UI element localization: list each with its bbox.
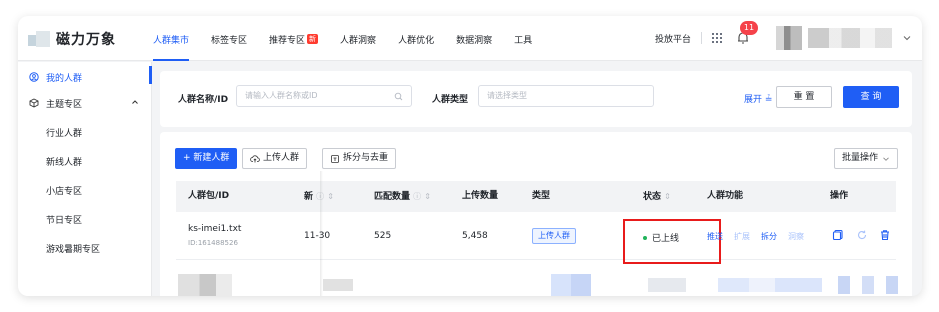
sidebar-item-label: 主题专区 <box>46 99 83 110</box>
upload-audience-button[interactable]: 上传人群 <box>242 148 308 169</box>
apps-grid-icon[interactable] <box>712 33 722 43</box>
app-window: 磁力万象 人群集市 标签专区 推荐专区新 人群洞察 人群优化 数据洞察 工具 投… <box>18 16 922 296</box>
uploaded-count: 5,458 <box>462 231 488 241</box>
sidebar-item-topic-zone[interactable]: 主题专区 <box>18 88 151 118</box>
nav-item-audience-market[interactable]: 人群集市 <box>153 30 190 61</box>
blurred-row-cell <box>648 278 686 292</box>
table-row: ks-imei1.txt ID:161488526 11-30 525 5,45… <box>176 212 896 264</box>
batch-actions-label: 批量操作 <box>841 153 878 163</box>
expand-label: 展开 <box>744 95 763 105</box>
info-icon: ⓘ <box>413 192 422 201</box>
cloud-upload-icon <box>250 154 260 162</box>
trash-icon[interactable] <box>879 229 891 241</box>
type-filter-label: 人群类型 <box>432 95 469 105</box>
column-header-audience-id: 人群包/ID <box>188 191 230 201</box>
name-filter-label: 人群名称/ID <box>178 95 229 105</box>
sidebar-subitem-shop[interactable]: 小店专区 <box>18 176 151 205</box>
sidebar-subitem-festival[interactable]: 节日专区 <box>18 205 151 234</box>
sidebar-subitem-new-tier[interactable]: 新线人群 <box>18 147 151 176</box>
audience-table-card: + 新建人群 上传人群 拆分与去重 批量操作 人群包/ID 新 ⓘ ⇕ 匹配数量… <box>160 132 912 296</box>
sidebar-subitem-game-summer[interactable]: 游戏暑期专区 <box>18 234 151 263</box>
query-button[interactable]: 查 询 <box>843 86 899 108</box>
batch-actions-dropdown[interactable]: 批量操作 <box>833 148 898 169</box>
split-link[interactable]: 拆分 <box>761 231 777 242</box>
upload-audience-label: 上传人群 <box>263 153 300 163</box>
notification-bell-icon[interactable]: 11 <box>736 21 758 45</box>
audience-name[interactable]: ks-imei1.txt <box>188 224 241 234</box>
blurred-row-cell <box>178 274 232 296</box>
column-header-status-label: 状态 <box>643 192 662 202</box>
column-header-updated[interactable]: 新 ⓘ ⇕ <box>304 181 334 212</box>
column-header-type: 类型 <box>532 191 551 201</box>
cube-icon <box>28 97 40 109</box>
name-search-input[interactable]: 请输入人群名称或ID <box>236 85 412 107</box>
user-circle-icon <box>28 71 40 83</box>
chevron-down-icon <box>883 156 889 161</box>
table-header: 人群包/ID 新 ⓘ ⇕ 匹配数量 ⓘ ⇕ 上传数量 类型 状态 ⇕ 人群功能 … <box>176 181 896 212</box>
sidebar-item-my-audience[interactable]: 我的人群 <box>18 66 152 88</box>
filter-panel: 人群名称/ID 请输入人群名称或ID 人群类型 请选择类型 展开 ≟ 重 置 查… <box>160 71 912 127</box>
notification-count-badge: 11 <box>740 21 758 35</box>
column-header-functions: 人群功能 <box>707 191 744 201</box>
sidebar: 我的人群 主题专区 行业人群 新线人群 小店专区 节日专区 游戏暑期专区 <box>18 62 152 296</box>
column-header-uploaded: 上传数量 <box>462 191 499 201</box>
blurred-row-cell <box>323 279 353 291</box>
header-right: 投放平台 11 <box>655 21 912 50</box>
launch-platform-link[interactable]: 投放平台 <box>655 32 691 45</box>
avatar[interactable] <box>776 26 802 50</box>
nav-item-recommend-label: 推荐专区 <box>269 35 306 46</box>
updated-date: 11-30 <box>304 231 331 241</box>
column-header-updated-label: 新 <box>304 192 314 202</box>
sort-icon: ⇕ <box>327 192 334 201</box>
split-dedupe-button[interactable]: 拆分与去重 <box>322 148 397 169</box>
split-dedupe-label: 拆分与去重 <box>343 153 389 163</box>
sidebar-subitem-industry[interactable]: 行业人群 <box>18 118 151 147</box>
copy-icon[interactable] <box>832 229 844 241</box>
search-icon <box>394 92 403 101</box>
nav-item-audience-insight[interactable]: 人群洞察 <box>340 30 376 48</box>
audience-id: ID:161488526 <box>188 239 238 247</box>
refresh-icon[interactable] <box>856 229 868 241</box>
type-select[interactable]: 请选择类型 <box>478 85 654 107</box>
reset-button[interactable]: 重 置 <box>776 86 832 108</box>
double-chevron-down-icon: ≟ <box>764 95 773 105</box>
chevron-up-icon <box>131 98 139 106</box>
sidebar-item-label: 我的人群 <box>46 73 83 84</box>
logo-text: 磁力万象 <box>56 32 116 48</box>
top-nav-bar: 磁力万象 人群集市 标签专区 推荐专区新 人群洞察 人群优化 数据洞察 工具 投… <box>18 16 922 61</box>
extend-link[interactable]: 扩展 <box>734 231 750 242</box>
matched-count: 525 <box>374 231 392 241</box>
type-tag: 上传人群 <box>532 228 576 244</box>
new-audience-button[interactable]: + 新建人群 <box>175 148 238 169</box>
sort-icon: ⇕ <box>664 192 671 201</box>
new-badge: 新 <box>307 34 319 44</box>
chevron-down-icon[interactable] <box>902 33 912 43</box>
expand-toggle[interactable]: 展开 ≟ <box>744 92 772 105</box>
nav-item-audience-optimize[interactable]: 人群优化 <box>398 30 434 48</box>
blurred-row-cell <box>838 276 898 294</box>
nav-item-data-insight[interactable]: 数据洞察 <box>456 30 492 48</box>
name-search-placeholder: 请输入人群名称或ID <box>245 91 318 100</box>
push-link[interactable]: 推送 <box>707 231 723 242</box>
nav-item-recommend-zone[interactable]: 推荐专区新 <box>269 30 319 48</box>
insight-link[interactable]: 洞察 <box>788 231 804 242</box>
nav-item-tag-zone[interactable]: 标签专区 <box>211 30 247 48</box>
logo[interactable]: 磁力万象 <box>28 26 116 52</box>
column-header-matched-label: 匹配数量 <box>374 192 411 202</box>
blurred-row-cell <box>718 278 822 292</box>
column-header-actions: 操作 <box>830 191 849 201</box>
column-header-status[interactable]: 状态 ⇕ <box>643 181 671 212</box>
blurred-row-cell <box>551 274 591 296</box>
split-icon <box>331 154 339 163</box>
sticky-column-shadow <box>320 171 323 296</box>
nav-item-tools[interactable]: 工具 <box>514 30 532 48</box>
divider <box>701 32 702 44</box>
logo-mark-icon <box>28 29 50 49</box>
sort-icon: ⇕ <box>424 192 431 201</box>
column-header-matched[interactable]: 匹配数量 ⓘ ⇕ <box>374 181 431 212</box>
main-nav: 人群集市 标签专区 推荐专区新 人群洞察 人群优化 数据洞察 工具 <box>153 30 554 61</box>
account-name-blurred[interactable] <box>808 28 892 48</box>
